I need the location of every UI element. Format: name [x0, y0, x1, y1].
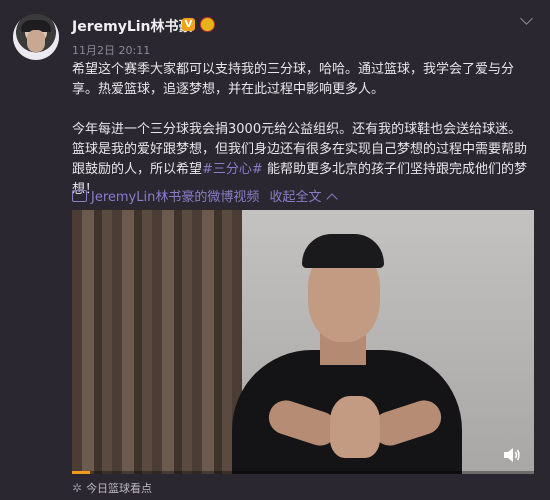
- avatar[interactable]: [13, 14, 59, 60]
- post-body: 希望这个赛季大家都可以支持我的三分球，哈哈。通过篮球，我学会了爱与分享。热爱篮球…: [72, 60, 532, 200]
- post-paragraph-1: 希望这个赛季大家都可以支持我的三分球，哈哈。通过篮球，我学会了爱与分享。热爱篮球…: [72, 62, 515, 97]
- medal-icon: [200, 17, 215, 32]
- author-name[interactable]: JeremyLin林书豪: [72, 16, 193, 36]
- video-progress-track[interactable]: [72, 471, 534, 474]
- volume-icon[interactable]: [504, 448, 522, 462]
- post-source[interactable]: ✲ 今日篮球看点: [72, 480, 152, 496]
- video-person-hands: [330, 396, 380, 458]
- source-label[interactable]: 今日篮球看点: [86, 482, 152, 495]
- star-icon: ✲: [72, 481, 83, 495]
- video-background-curtain: [72, 210, 242, 474]
- video-progress-fill[interactable]: [72, 471, 91, 474]
- verified-badge-icon: V: [182, 18, 195, 31]
- chevron-down-icon[interactable]: [520, 12, 533, 25]
- video-player[interactable]: [72, 210, 534, 474]
- hashtag-link[interactable]: #三分心#: [202, 162, 263, 177]
- video-icon: [72, 190, 87, 202]
- chevron-up-icon[interactable]: [325, 193, 338, 205]
- post-timestamp[interactable]: 11月2日 20:11: [72, 42, 150, 58]
- collapse-link[interactable]: 收起全文: [269, 190, 321, 205]
- video-link-row: JeremyLin林书豪的微博视频 收起全文: [72, 186, 338, 205]
- video-person-cap: [302, 234, 384, 268]
- video-link[interactable]: JeremyLin林书豪的微博视频: [91, 190, 259, 205]
